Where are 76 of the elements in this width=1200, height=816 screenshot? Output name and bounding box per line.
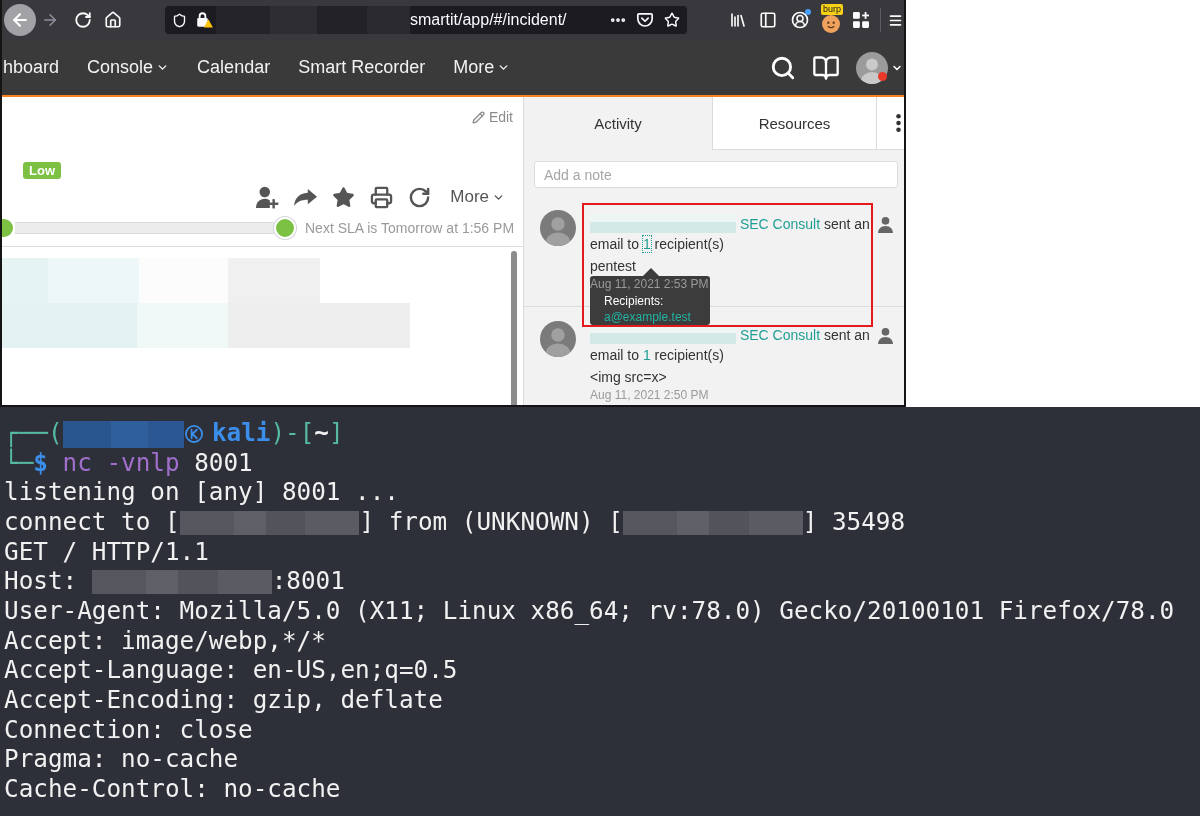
terminal-text: Cache-Control: no-cache xyxy=(4,773,341,803)
library-icon[interactable] xyxy=(729,11,747,29)
more-options-button[interactable] xyxy=(876,97,904,150)
nav-item[interactable]: Console xyxy=(87,57,170,78)
lock-warning-icon[interactable] xyxy=(197,12,213,28)
prompt-host: kali xyxy=(211,418,271,447)
terminal-text: ] 35498 xyxy=(802,506,906,536)
extension-badge: burp xyxy=(821,4,843,15)
activity-note: pentest xyxy=(590,257,636,276)
prompt-symbol: $ xyxy=(33,447,48,477)
sla-text: Next SLA is Tomorrow at 1:56 PM xyxy=(305,220,515,236)
forward-icon[interactable] xyxy=(41,11,59,29)
nav-item[interactable]: Smart Recorder xyxy=(298,57,426,78)
pencil-icon xyxy=(471,110,485,124)
prompt-bracket: )-[ xyxy=(270,418,315,447)
star-icon[interactable] xyxy=(332,185,356,209)
avatar-icon xyxy=(540,210,576,246)
command-argument: 8001 xyxy=(194,447,253,477)
priority-badge: Low xyxy=(23,162,61,179)
status-dot-icon xyxy=(878,71,887,81)
circled-k-icon xyxy=(184,425,203,443)
milestone-dot-icon xyxy=(274,217,296,239)
recipient-email: a@example.test xyxy=(604,310,692,324)
user-plus-icon[interactable] xyxy=(256,185,280,209)
book-icon[interactable] xyxy=(812,53,840,82)
terminal-text: Accept-Encoding: gzip, deflate xyxy=(4,684,443,714)
back-button[interactable] xyxy=(4,4,36,36)
prompt-bracket: ┌──( xyxy=(4,418,63,447)
nav-item[interactable]: More xyxy=(453,57,511,78)
terminal-text: Connection: close xyxy=(4,714,253,744)
prompt-directory: ~ xyxy=(314,418,329,447)
extensions-grid-icon[interactable] xyxy=(853,12,869,28)
terminal-text: ] from (UNKNOWN) [ xyxy=(359,506,623,536)
terminal-text: User-Agent: Mozilla/5.0 (X11; Linux x86_64; rv:78.0) Gecko/20100101 Firefox/78.0 xyxy=(4,595,1175,625)
activity-text: SEC Consult sent an email to 1 recipient(s) xyxy=(590,214,871,254)
avatar-icon xyxy=(540,321,576,357)
avatar-icon[interactable] xyxy=(856,51,888,84)
terminal-text: Pragma: no-cache xyxy=(4,744,239,774)
reload-icon[interactable] xyxy=(74,11,92,29)
shield-icon[interactable] xyxy=(172,12,187,28)
refresh-icon[interactable] xyxy=(408,185,432,209)
printer-icon[interactable] xyxy=(370,185,394,209)
search-icon[interactable] xyxy=(770,54,796,81)
tooltip-title: Recipients: xyxy=(604,294,665,308)
person-icon[interactable] xyxy=(878,328,893,344)
activity-text: SEC Consult sent an email to 1 recipient(s) xyxy=(590,325,871,365)
scrollbar[interactable] xyxy=(511,251,517,405)
command-text: nc -vnlp xyxy=(62,447,180,477)
bookmark-star-icon[interactable] xyxy=(664,12,680,28)
terminal-text: Accept: image/webp,*/* xyxy=(4,625,326,655)
nav-item[interactable]: Calendar xyxy=(197,57,271,78)
extension-face-icon[interactable] xyxy=(822,15,840,33)
person-icon[interactable] xyxy=(878,217,893,233)
more-button[interactable]: More xyxy=(450,187,505,207)
terminal-text: GET / HTTP/1.1 xyxy=(4,536,209,566)
terminal-text: Accept-Language: en-US,en;q=0.5 xyxy=(4,655,458,685)
sidebar-icon[interactable] xyxy=(759,11,777,29)
note-input[interactable]: Add a note xyxy=(534,161,898,188)
notification-dot-icon xyxy=(805,9,811,15)
pocket-icon[interactable] xyxy=(637,12,653,28)
prompt-bracket: └─ xyxy=(4,447,34,477)
activity-note: <img src=x> xyxy=(590,368,667,387)
terminal-text: :8001 xyxy=(271,566,345,596)
nav-item[interactable]: hboard xyxy=(3,57,60,78)
address-bar[interactable]: smartit/app/#/incident/ xyxy=(165,6,687,34)
tab[interactable]: Resources xyxy=(712,97,876,150)
terminal-text: listening on [any] 8001 ... xyxy=(4,477,399,507)
account-icon[interactable] xyxy=(791,11,809,29)
vertical-dots-icon xyxy=(896,114,901,132)
terminal-text: Host: xyxy=(4,566,79,596)
home-icon[interactable] xyxy=(104,11,122,29)
activity-time: Aug 11, 2021 2:53 PM xyxy=(590,277,709,291)
prompt-bracket: ] xyxy=(328,418,344,447)
terminal-text: connect to [ xyxy=(4,506,180,536)
activity-time: Aug 11, 2021 2:50 PM xyxy=(590,388,709,402)
menu-icon[interactable] xyxy=(888,12,903,28)
